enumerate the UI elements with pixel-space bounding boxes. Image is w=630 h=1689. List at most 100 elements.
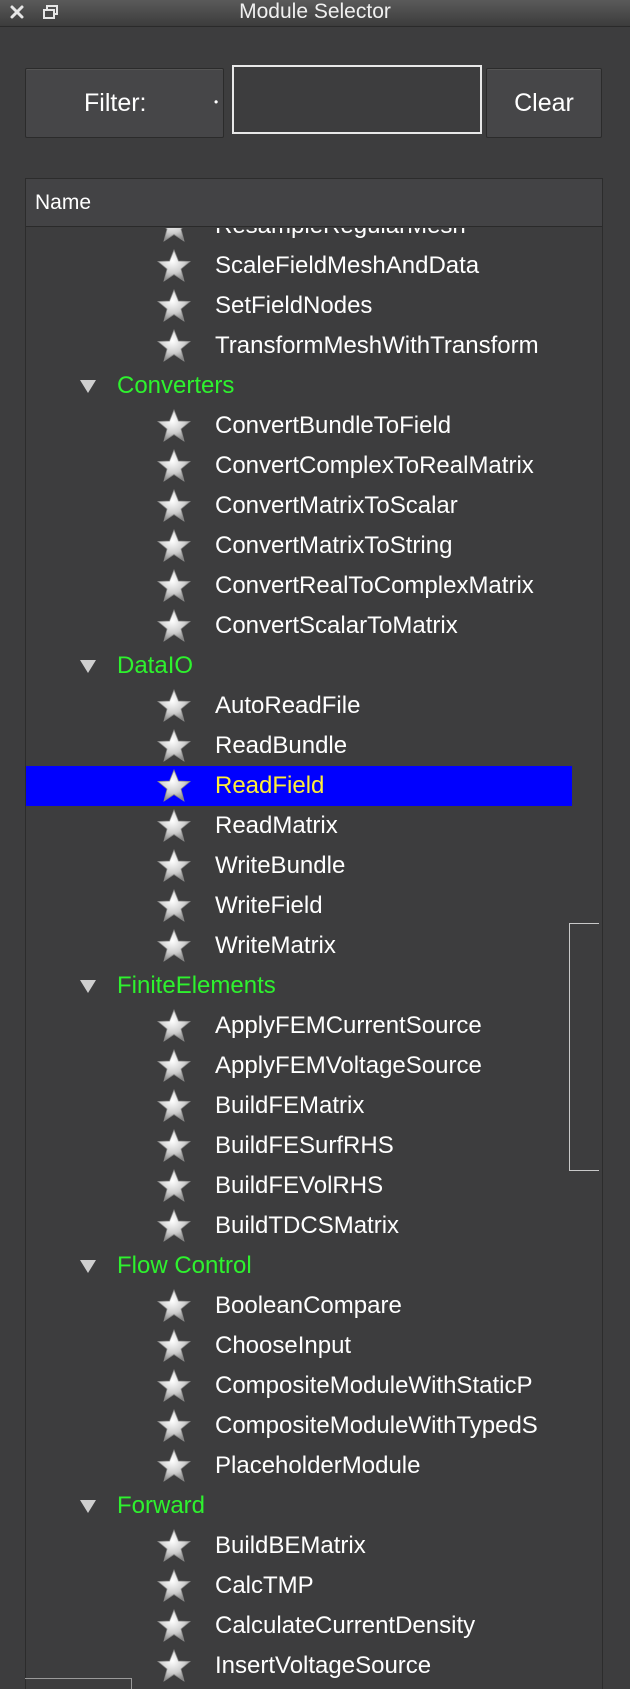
- tree-item[interactable]: ReadField: [26, 766, 572, 806]
- star-icon: [156, 448, 192, 483]
- tree-category[interactable]: Forward: [26, 1486, 572, 1526]
- tree-item[interactable]: ApplyFEMCurrentSource: [26, 1006, 572, 1046]
- window-title: Module Selector: [239, 0, 391, 23]
- expand-arrow-icon[interactable]: [80, 660, 96, 673]
- expand-arrow-icon[interactable]: [80, 1500, 96, 1513]
- module-label: ApplyFEMCurrentSource: [215, 1012, 482, 1039]
- tree-item[interactable]: ConvertMatrixToString: [26, 526, 572, 566]
- star-icon: [156, 928, 192, 963]
- module-label: ConvertBundleToField: [215, 412, 452, 439]
- tree-item[interactable]: BooleanCompare: [26, 1286, 572, 1326]
- tree-item[interactable]: ChooseInput: [26, 1326, 572, 1366]
- tree-item[interactable]: PlaceholderModule: [26, 1446, 572, 1486]
- star-icon: [156, 1448, 192, 1483]
- star-icon: [156, 608, 192, 643]
- star-icon: [156, 1128, 192, 1163]
- tree-item[interactable]: CompositeModuleWithTypedS: [26, 1406, 572, 1446]
- tree-item[interactable]: ConvertMatrixToScalar: [26, 486, 572, 526]
- tree-item[interactable]: WriteField: [26, 886, 572, 926]
- star-icon: [156, 1048, 192, 1083]
- module-label: ChooseInput: [215, 1332, 352, 1359]
- tree-item[interactable]: WriteMatrix: [26, 926, 572, 966]
- module-label: ConvertMatrixToString: [215, 532, 453, 559]
- filter-dropdown-button[interactable]: Filter: •: [25, 68, 224, 138]
- module-tree[interactable]: Name ResampleRegularMesh ScaleFieldMeshAn…: [25, 178, 603, 1689]
- tree-item[interactable]: BuildFESurfRHS: [26, 1126, 572, 1166]
- tree-item[interactable]: ConvertComplexToRealMatrix: [26, 446, 572, 486]
- module-label: SetFieldNodes: [215, 292, 373, 319]
- tree-item[interactable]: CalcTMP: [26, 1566, 572, 1606]
- star-icon: [156, 1168, 192, 1203]
- star-icon: [156, 1288, 192, 1323]
- module-label: ConvertMatrixToScalar: [215, 492, 458, 519]
- module-label: WriteBundle: [215, 852, 346, 879]
- module-label: BuildTDCSMatrix: [215, 1212, 400, 1239]
- tree-item[interactable]: WriteBundle: [26, 846, 572, 886]
- tree-item[interactable]: SetFieldNodes: [26, 286, 572, 326]
- tree-item[interactable]: TransformMeshWithTransform: [26, 326, 572, 366]
- module-label: BooleanCompare: [215, 1292, 402, 1319]
- title-bar: Module Selector: [0, 0, 630, 27]
- module-label: CalculateCurrentDensity: [215, 1612, 476, 1639]
- tree-item[interactable]: BuildFEVolRHS: [26, 1166, 572, 1206]
- module-label: ApplyFEMVoltageSource: [215, 1052, 482, 1079]
- tree-item[interactable]: CompositeModuleWithStaticP: [26, 1366, 572, 1406]
- tree-category[interactable]: Converters: [26, 366, 572, 406]
- star-icon: [156, 768, 192, 803]
- tree-item[interactable]: BuildTDCSMatrix: [26, 1206, 572, 1246]
- tree-item[interactable]: ResampleRegularMesh: [26, 228, 572, 246]
- module-label: WriteField: [215, 892, 323, 919]
- star-icon: [156, 1008, 192, 1043]
- expand-arrow-icon[interactable]: [80, 980, 96, 993]
- module-label: ResampleRegularMesh: [215, 228, 572, 246]
- bottom-tab[interactable]: [25, 1678, 132, 1689]
- module-label: TransformMeshWithTransform: [215, 332, 539, 359]
- star-icon: [156, 408, 192, 443]
- category-label: Flow Control: [117, 1252, 252, 1279]
- tree-item[interactable]: ConvertScalarToMatrix: [26, 606, 572, 646]
- star-icon: [156, 1088, 192, 1123]
- star-icon: [156, 1648, 192, 1683]
- module-label: InsertVoltageSource: [215, 1652, 432, 1679]
- tree-item[interactable]: BuildFEMatrix: [26, 1086, 572, 1126]
- tree-item[interactable]: CalculateCurrentDensity: [26, 1606, 572, 1646]
- scrollbar[interactable]: [569, 923, 599, 1171]
- module-label: CompositeModuleWithStaticP: [215, 1372, 533, 1399]
- star-icon: [156, 288, 192, 323]
- tree-item[interactable]: ApplyFEMVoltageSource: [26, 1046, 572, 1086]
- star-icon: [156, 1528, 192, 1563]
- column-header-name[interactable]: Name: [26, 179, 602, 227]
- module-label: WriteMatrix: [215, 932, 336, 959]
- tree-body: ResampleRegularMesh ScaleFieldMeshAndData…: [26, 228, 602, 1689]
- star-icon: [157, 228, 191, 243]
- module-label: ReadMatrix: [215, 812, 338, 839]
- filter-input[interactable]: [232, 65, 482, 134]
- star-icon: [156, 728, 192, 763]
- expand-arrow-icon[interactable]: [80, 380, 96, 393]
- expand-arrow-icon[interactable]: [80, 1260, 96, 1273]
- clear-button[interactable]: Clear: [486, 68, 602, 138]
- tree-item[interactable]: ConvertBundleToField: [26, 406, 572, 446]
- tree-item[interactable]: ReadBundle: [26, 726, 572, 766]
- module-label: CompositeModuleWithTypedS: [215, 1412, 538, 1439]
- module-label: BuildFEVolRHS: [215, 1172, 384, 1199]
- module-label: BuildFESurfRHS: [215, 1132, 394, 1159]
- tree-item[interactable]: ConvertRealToComplexMatrix: [26, 566, 572, 606]
- tree-rows: ResampleRegularMesh ScaleFieldMeshAndData…: [26, 228, 602, 1686]
- star-icon: [156, 568, 192, 603]
- tree-item[interactable]: BuildBEMatrix: [26, 1526, 572, 1566]
- star-icon: [156, 528, 192, 563]
- module-label: ReadBundle: [215, 732, 348, 759]
- tree-item[interactable]: AutoReadFile: [26, 686, 572, 726]
- tree-category[interactable]: DataIO: [26, 646, 572, 686]
- category-label: Converters: [117, 372, 235, 399]
- module-label: ConvertComplexToRealMatrix: [215, 452, 534, 479]
- tree-item[interactable]: ScaleFieldMeshAndData: [26, 246, 572, 286]
- star-icon: [156, 1328, 192, 1363]
- module-label: PlaceholderModule: [215, 1452, 421, 1479]
- tree-item[interactable]: ReadMatrix: [26, 806, 572, 846]
- module-label: CalcTMP: [215, 1572, 314, 1599]
- module-label: ConvertScalarToMatrix: [215, 612, 458, 639]
- tree-category[interactable]: FiniteElements: [26, 966, 572, 1006]
- tree-category[interactable]: Flow Control: [26, 1246, 572, 1286]
